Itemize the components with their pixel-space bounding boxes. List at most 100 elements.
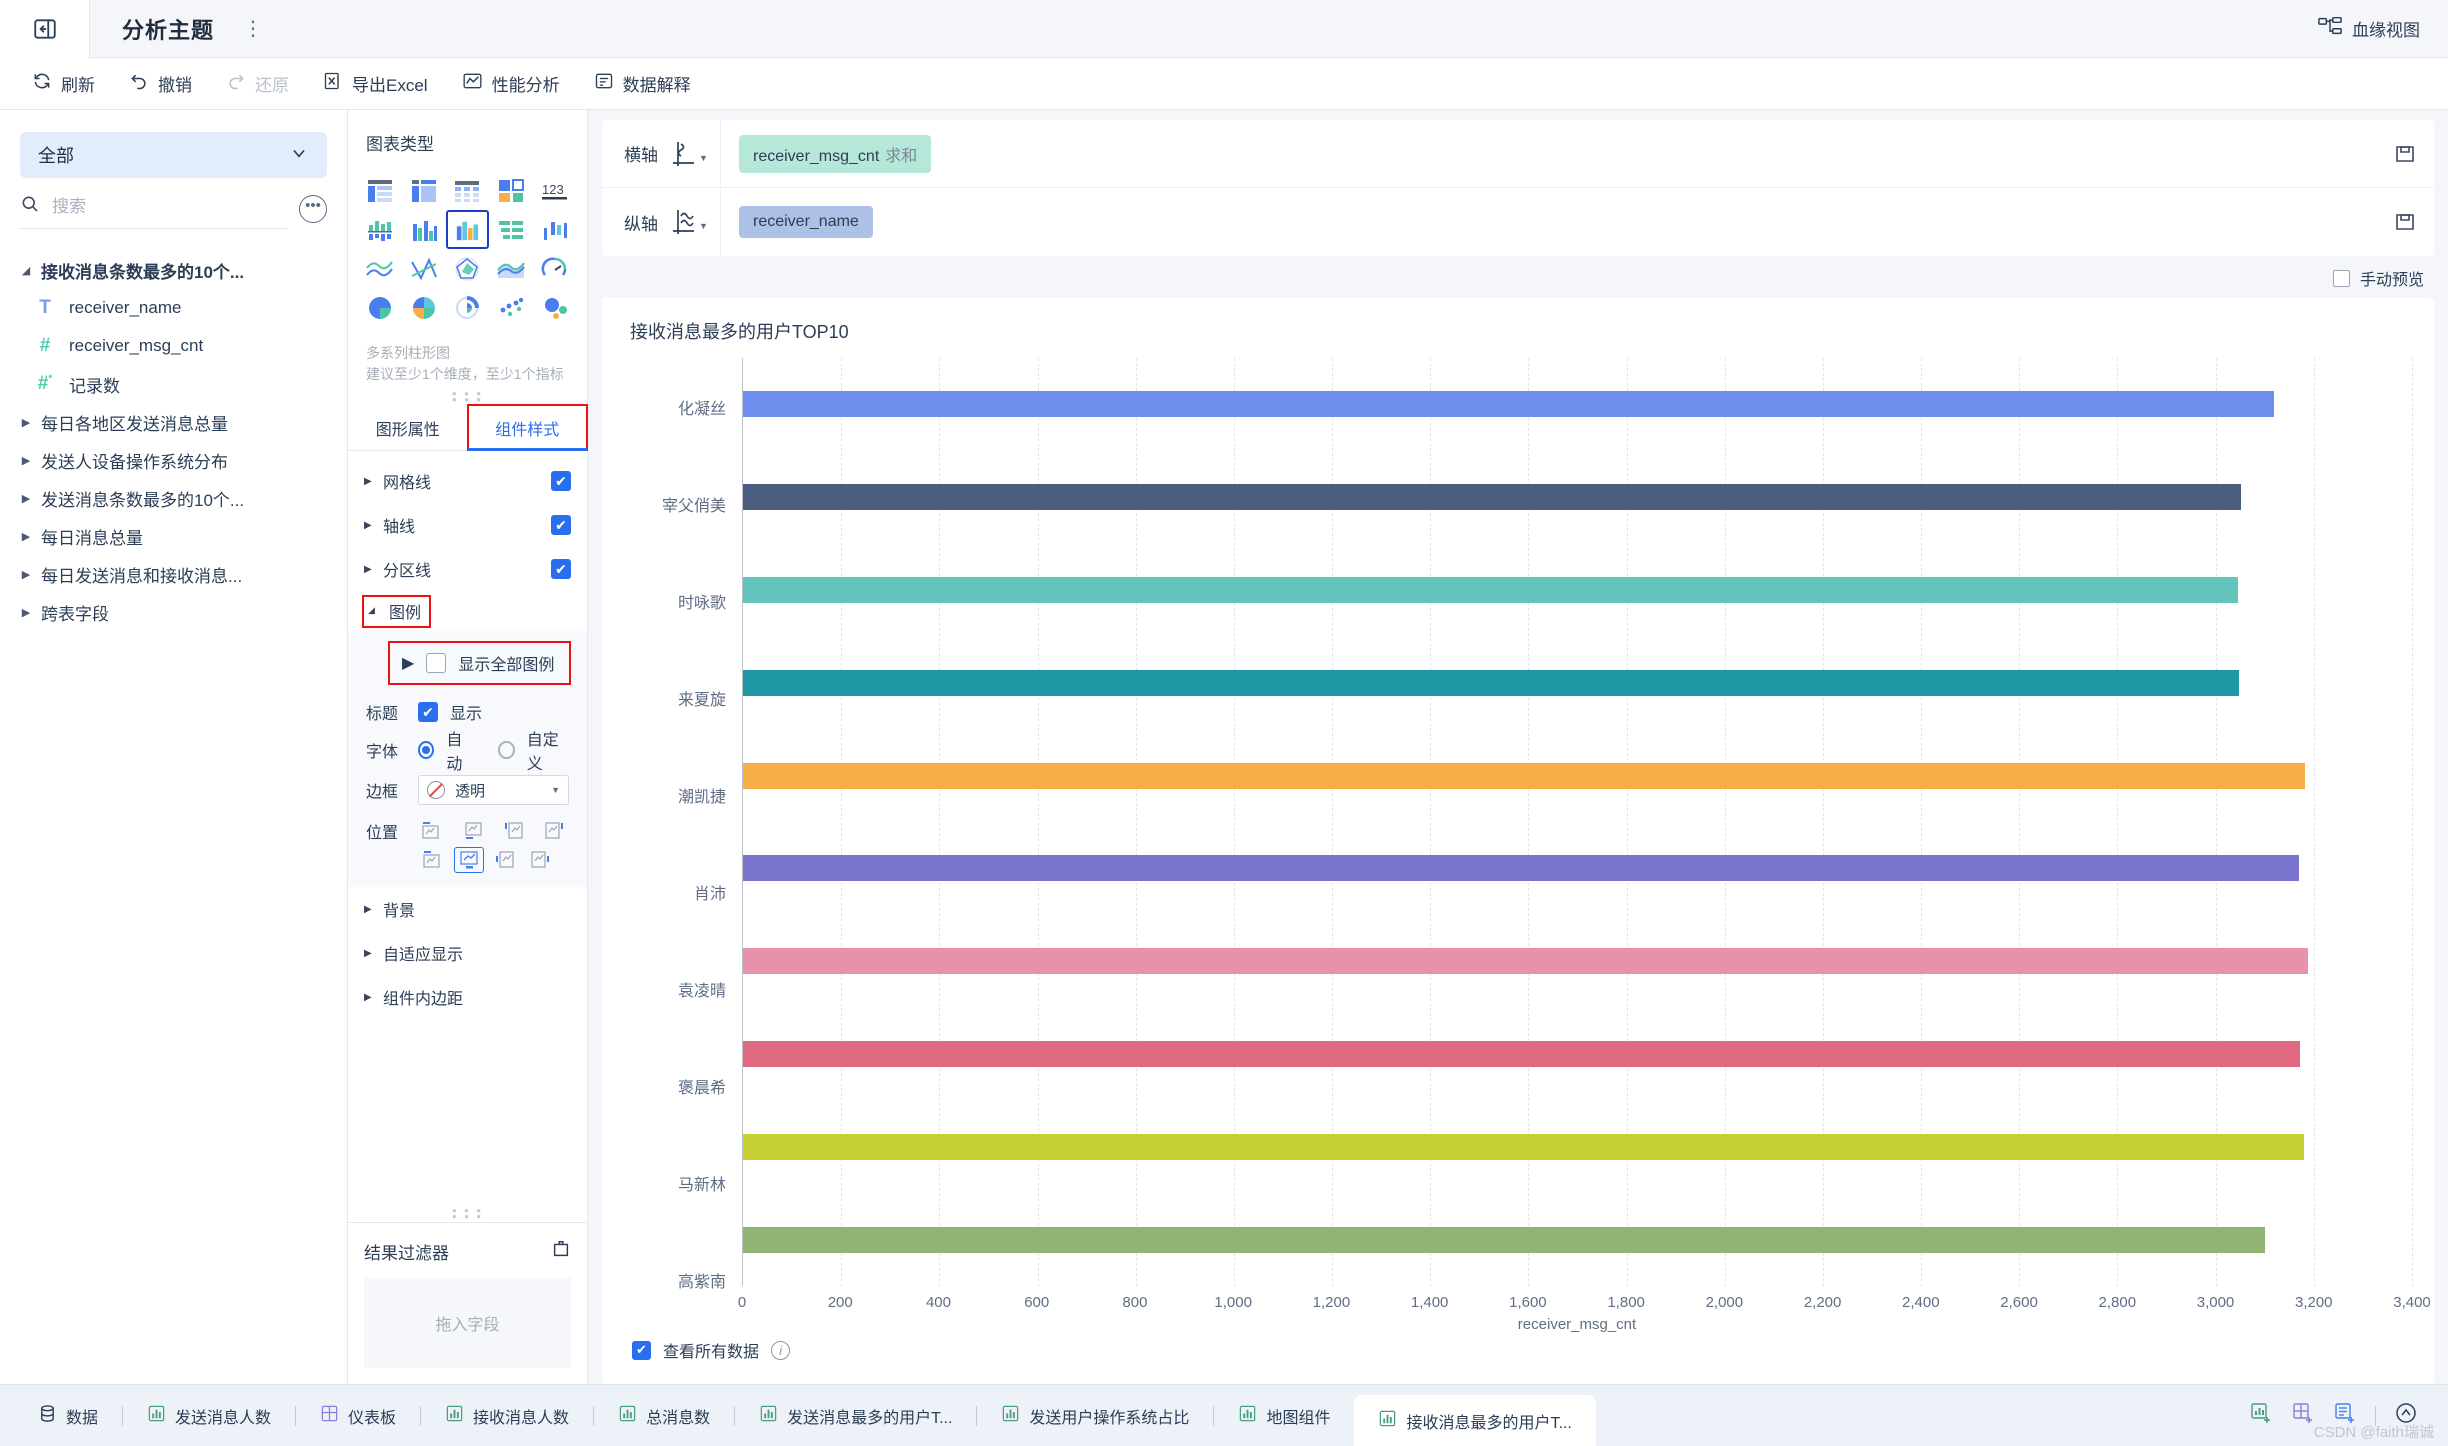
tab-send-msg-count[interactable]: 发送消息人数 bbox=[123, 1385, 295, 1446]
y-axis-save-icon[interactable] bbox=[2376, 211, 2434, 233]
info-icon[interactable]: i bbox=[771, 1340, 791, 1360]
tree-group-2[interactable]: ▶ 发送人设备操作系统分布 bbox=[20, 441, 327, 479]
setting-partitionline[interactable]: ▶ 分区线 ✔ bbox=[348, 547, 587, 591]
export-excel-button[interactable]: 导出Excel bbox=[309, 65, 442, 102]
performance-button[interactable]: 性能分析 bbox=[448, 65, 574, 102]
axisline-checkbox[interactable]: ✔ bbox=[551, 515, 571, 535]
tab-send-top-users[interactable]: 发送消息最多的用户T... bbox=[735, 1385, 976, 1446]
panel-collapse-icon[interactable] bbox=[0, 0, 90, 58]
title-menu-icon[interactable]: ⋮ bbox=[242, 19, 264, 39]
legend-pos-left-middle[interactable] bbox=[490, 847, 520, 873]
y-axis-icon[interactable]: ▼ bbox=[658, 207, 720, 237]
tree-group-1[interactable]: ▶ 每日各地区发送消息总量 bbox=[20, 403, 327, 441]
bar[interactable] bbox=[743, 391, 2274, 418]
chart-type-area[interactable] bbox=[489, 249, 533, 288]
legend-show-all-row[interactable]: ▶ ✔ 显示全部图例 bbox=[388, 641, 571, 685]
bar[interactable] bbox=[743, 762, 2305, 789]
add-chart-icon[interactable] bbox=[2249, 1401, 2273, 1430]
dataset-select[interactable]: 全部 bbox=[20, 132, 327, 178]
bar[interactable] bbox=[743, 855, 2300, 882]
y-axis-field-zone[interactable]: receiver_name bbox=[720, 188, 2376, 256]
chart-type-line-multi[interactable] bbox=[358, 249, 402, 288]
tab-data[interactable]: 数据 bbox=[14, 1385, 122, 1446]
chart-type-scatter[interactable] bbox=[489, 288, 533, 327]
chart-type-bar-horizontal[interactable] bbox=[489, 210, 533, 249]
tree-field-receiver-msg-cnt[interactable]: # receiver_msg_cnt bbox=[20, 327, 327, 365]
tree-group-3[interactable]: ▶ 发送消息条数最多的10个... bbox=[20, 479, 327, 517]
tree-group-5[interactable]: ▶ 每日发送消息和接收消息... bbox=[20, 555, 327, 593]
tab-dashboard[interactable]: 仪表板 bbox=[296, 1385, 420, 1446]
chart-type-table-basic[interactable] bbox=[358, 171, 402, 210]
tree-field-record-count[interactable]: #* 记录数 bbox=[20, 365, 327, 403]
chart-type-number-123[interactable]: 123 bbox=[533, 171, 577, 210]
x-axis-save-icon[interactable] bbox=[2376, 143, 2434, 165]
chart-type-radar[interactable] bbox=[446, 249, 490, 288]
chart-type-gauge[interactable] bbox=[533, 249, 577, 288]
legend-border-select[interactable]: 透明 ▼ bbox=[418, 775, 569, 805]
filter-panel-icon[interactable] bbox=[551, 1239, 571, 1264]
bar[interactable] bbox=[743, 577, 2238, 603]
bar[interactable] bbox=[743, 1226, 2265, 1253]
add-dashboard-icon[interactable] bbox=[2291, 1401, 2315, 1430]
bar[interactable] bbox=[743, 948, 2308, 975]
chart-type-bar-range[interactable] bbox=[533, 210, 577, 249]
search-box[interactable] bbox=[20, 194, 287, 229]
panel-resize-handle[interactable]: • • • • • • bbox=[348, 385, 587, 406]
filter-drop-zone[interactable]: 拖入字段 bbox=[364, 1278, 571, 1368]
gridline-checkbox[interactable]: ✔ bbox=[551, 471, 571, 491]
bar[interactable] bbox=[743, 1041, 2301, 1067]
legend-pos-right[interactable] bbox=[540, 818, 569, 844]
tab-total-msg[interactable]: 总消息数 bbox=[594, 1385, 734, 1446]
legend-pos-bottom-left[interactable] bbox=[459, 818, 488, 844]
font-auto-radio[interactable] bbox=[418, 741, 435, 759]
y-axis-field-chip[interactable]: receiver_name bbox=[739, 206, 873, 238]
chart-type-table-detail[interactable] bbox=[446, 171, 490, 210]
partitionline-checkbox[interactable]: ✔ bbox=[551, 559, 571, 579]
tree-group-6[interactable]: ▶ 跨表字段 bbox=[20, 593, 327, 631]
x-axis-icon[interactable]: ▼ bbox=[658, 139, 720, 169]
bar[interactable] bbox=[743, 1133, 2304, 1160]
tree-group-4[interactable]: ▶ 每日消息总量 bbox=[20, 517, 327, 555]
chart-type-table-crosstab[interactable] bbox=[402, 171, 446, 210]
chart-type-line-cross[interactable] bbox=[402, 249, 446, 288]
show-all-legend-checkbox[interactable]: ✔ bbox=[426, 653, 447, 673]
setting-component-padding[interactable]: ▶ 组件内边距 bbox=[348, 975, 587, 1019]
chart-type-pie[interactable] bbox=[358, 288, 402, 327]
chart-type-bar-multi-series[interactable] bbox=[445, 210, 490, 249]
legend-pos-bottom-center[interactable] bbox=[454, 847, 484, 873]
tab-component-style[interactable]: 组件样式 bbox=[466, 404, 588, 451]
chart-type-bar-grouped-vertical[interactable] bbox=[358, 210, 402, 249]
tab-receive-msg-count[interactable]: 接收消息人数 bbox=[421, 1385, 593, 1446]
chart-type-donut[interactable] bbox=[446, 288, 490, 327]
setting-background[interactable]: ▶ 背景 bbox=[348, 887, 587, 931]
setting-adaptive-display[interactable]: ▶ 自适应显示 bbox=[348, 931, 587, 975]
tab-graphic-properties[interactable]: 图形属性 bbox=[348, 405, 468, 450]
legend-pos-top-left[interactable] bbox=[418, 818, 447, 844]
setting-axisline[interactable]: ▶ 轴线 ✔ bbox=[348, 503, 587, 547]
undo-button[interactable]: 撤销 bbox=[115, 65, 206, 102]
setting-legend-header[interactable]: ◢ 图例 bbox=[348, 591, 587, 631]
tab-map-component[interactable]: 地图组件 bbox=[1214, 1385, 1354, 1446]
chart-type-bar-multi[interactable] bbox=[402, 210, 446, 249]
data-explain-button[interactable]: 数据解释 bbox=[580, 65, 705, 102]
legend-pos-left[interactable] bbox=[500, 818, 529, 844]
redo-button[interactable]: 还原 bbox=[212, 65, 303, 102]
chart-type-bubble[interactable] bbox=[533, 288, 577, 327]
font-custom-radio[interactable] bbox=[498, 741, 515, 759]
legend-title-checkbox[interactable]: ✔ bbox=[418, 702, 438, 722]
x-axis-field-chip[interactable]: receiver_msg_cnt 求和 bbox=[739, 134, 932, 173]
search-input[interactable] bbox=[52, 196, 287, 217]
more-options-icon[interactable]: ••• bbox=[299, 194, 327, 223]
chart-type-kpi-cards[interactable] bbox=[489, 171, 533, 210]
view-all-data-checkbox[interactable]: ✔ bbox=[632, 1340, 651, 1360]
chart-type-pie-rose[interactable] bbox=[402, 288, 446, 327]
lineage-view-button[interactable]: 血缘视图 bbox=[2318, 16, 2448, 41]
bar[interactable] bbox=[743, 484, 2242, 511]
tab-receive-top-users[interactable]: 接收消息最多的用户T... bbox=[1354, 1394, 1596, 1446]
filter-resize-handle[interactable]: • • • • • • bbox=[348, 1202, 587, 1223]
manual-preview-checkbox[interactable] bbox=[2332, 269, 2350, 287]
bar[interactable] bbox=[743, 669, 2240, 696]
x-axis-field-zone[interactable]: receiver_msg_cnt 求和 bbox=[720, 120, 2376, 187]
refresh-button[interactable]: 刷新 bbox=[18, 65, 109, 102]
tab-send-os-share[interactable]: 发送用户操作系统占比 bbox=[977, 1385, 1213, 1446]
